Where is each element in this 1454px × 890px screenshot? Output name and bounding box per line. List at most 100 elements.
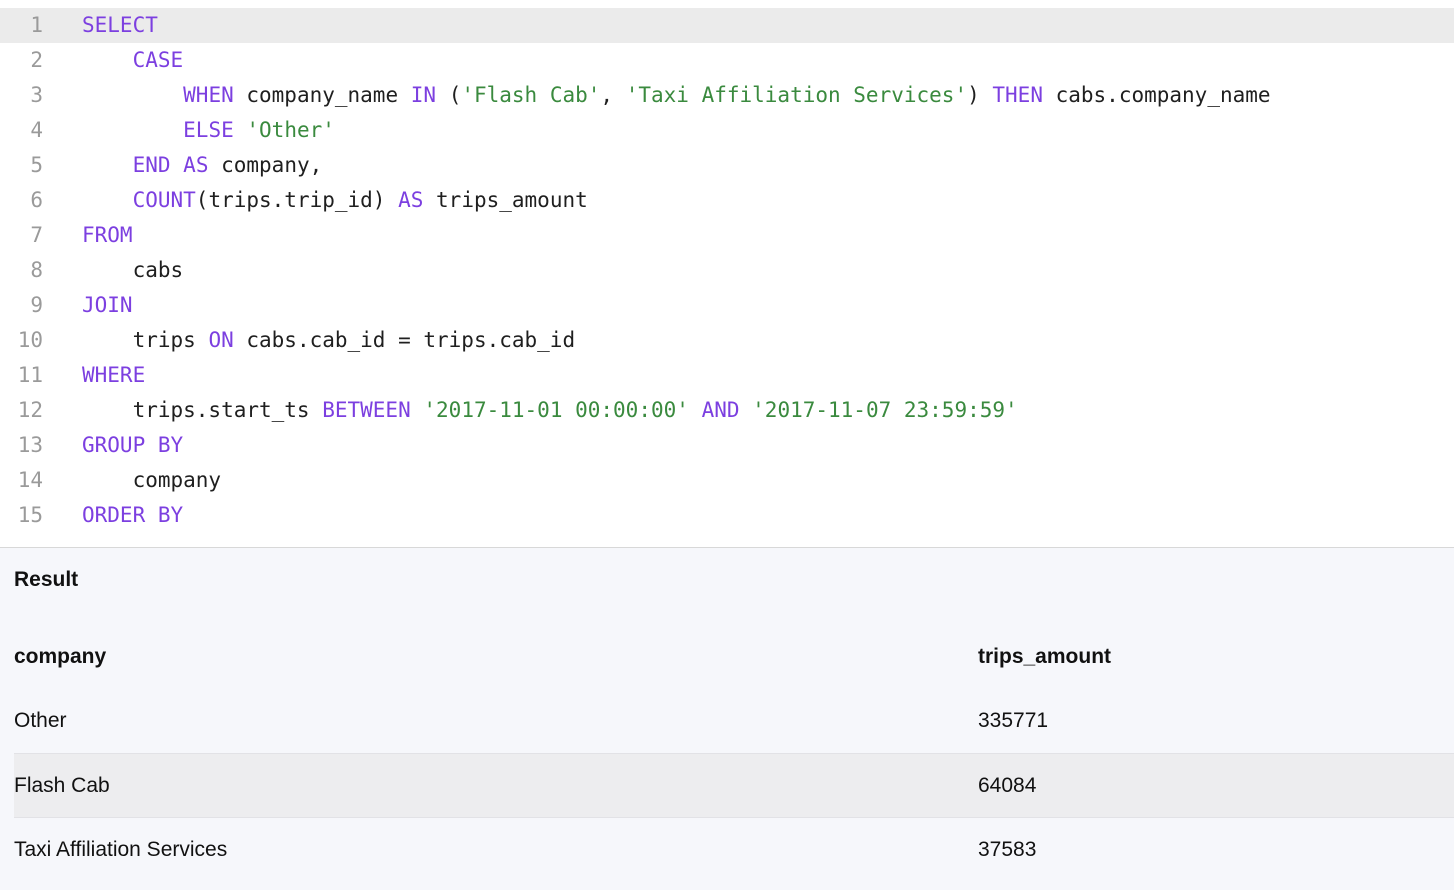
result-title: Result xyxy=(14,568,79,591)
line-number: 1 xyxy=(30,13,43,37)
line-number: 8 xyxy=(30,258,43,282)
sql-string: '2017-11-01 00:00:00' xyxy=(423,398,689,422)
sql-identifier xyxy=(740,398,753,422)
sql-identifier xyxy=(82,48,133,72)
sql-identifier xyxy=(82,118,183,142)
code-line[interactable]: 7 FROM xyxy=(0,218,1454,253)
sql-keyword: AND xyxy=(701,398,740,422)
sql-identifier: trips_amount xyxy=(423,188,588,212)
sql-identifier: , xyxy=(600,83,626,107)
sql-keyword: COUNT xyxy=(132,188,196,212)
sql-identifier: ) xyxy=(967,83,993,107)
code-line[interactable]: 10 trips ON cabs.cab_id = trips.cab_id xyxy=(0,323,1454,358)
code-text: cabs xyxy=(82,253,184,288)
sql-identifier: company, xyxy=(208,153,323,177)
sql-identifier xyxy=(411,398,424,422)
line-number: 15 xyxy=(17,503,43,527)
sql-identifier: ( xyxy=(436,83,462,107)
code-line[interactable]: 1 SELECT xyxy=(0,8,1454,43)
sql-identifier: trips.start_ts xyxy=(82,398,323,422)
code-line[interactable]: 14 company xyxy=(0,463,1454,498)
table-cell-trips-amount: 64084 xyxy=(978,773,1037,797)
code-text: END AS company, xyxy=(82,148,323,183)
line-number: 10 xyxy=(17,328,43,352)
line-number: 12 xyxy=(17,398,43,422)
result-table: company trips_amount Other 335771 Flash … xyxy=(14,627,1454,881)
code-text: WHERE xyxy=(82,358,145,393)
sql-editor[interactable]: 1 SELECT 2 CASE 3 WHEN company_name IN ('Fl… xyxy=(0,0,1454,547)
table-cell-company: Flash Cab xyxy=(14,773,110,797)
sql-string: 'Flash Cab' xyxy=(461,83,601,107)
line-number: 5 xyxy=(30,153,43,177)
sql-identifier: cabs.cab_id = trips.cab_id xyxy=(233,328,576,352)
sql-identifier xyxy=(82,188,133,212)
sql-keyword: AS xyxy=(398,188,424,212)
code-text: WHEN company_name IN ('Flash Cab', 'Taxi… xyxy=(82,78,1270,113)
code-line[interactable]: 5 END AS company, xyxy=(0,148,1454,183)
code-line[interactable]: 8 cabs xyxy=(0,253,1454,288)
sql-keyword: WHEN xyxy=(183,83,234,107)
sql-identifier: company_name xyxy=(233,83,411,107)
code-line[interactable]: 15 ORDER BY xyxy=(0,498,1454,533)
table-cell-company: Other xyxy=(14,709,67,732)
sql-identifier xyxy=(82,83,183,107)
line-number: 4 xyxy=(30,118,43,142)
result-panel: Result company trips_amount Other 335771… xyxy=(0,547,1454,890)
sql-keyword: ON xyxy=(208,328,234,352)
code-text: GROUP BY xyxy=(82,428,183,463)
column-header-company[interactable]: company xyxy=(14,627,106,689)
sql-identifier xyxy=(689,398,702,422)
sql-identifier xyxy=(234,118,247,142)
code-line[interactable]: 3 WHEN company_name IN ('Flash Cab', 'Ta… xyxy=(0,78,1454,113)
sql-keyword: BETWEEN xyxy=(322,398,411,422)
table-row: Flash Cab 64084 xyxy=(14,753,1454,817)
line-number: 3 xyxy=(30,83,43,107)
sql-identifier: (trips.trip_id) xyxy=(195,188,399,212)
code-text: ELSE 'Other' xyxy=(82,113,335,148)
table-cell-trips-amount: 335771 xyxy=(978,709,1049,732)
code-text: ORDER BY xyxy=(82,498,183,533)
sql-keyword: IN xyxy=(410,83,437,107)
sql-string: '2017-11-07 23:59:59' xyxy=(752,398,1018,422)
table-row: Taxi Affiliation Services 37583 xyxy=(14,817,1454,881)
result-header-row: company trips_amount xyxy=(14,627,1454,689)
column-header-trips-amount[interactable]: trips_amount xyxy=(978,627,1111,689)
code-line[interactable]: 12 trips.start_ts BETWEEN '2017-11-01 00… xyxy=(0,393,1454,428)
sql-keyword: END xyxy=(132,153,171,177)
code-text: COUNT(trips.trip_id) AS trips_amount xyxy=(82,183,588,218)
line-number: 14 xyxy=(17,468,43,492)
code-text: CASE xyxy=(82,43,184,78)
sql-keyword: AS xyxy=(183,153,209,177)
sql-keyword: CASE xyxy=(132,48,184,72)
sql-keyword: WHERE xyxy=(82,363,146,387)
code-text: trips.start_ts BETWEEN '2017-11-01 00:00… xyxy=(82,393,1018,428)
line-number: 13 xyxy=(17,433,43,457)
code-text: company xyxy=(82,463,222,498)
code-line[interactable]: 9 JOIN xyxy=(0,288,1454,323)
sql-keyword: ORDER BY xyxy=(82,503,184,527)
line-number: 9 xyxy=(30,293,43,317)
sql-identifier: company xyxy=(82,468,222,492)
sql-identifier xyxy=(171,153,184,177)
line-number: 2 xyxy=(30,48,43,72)
code-line[interactable]: 6 COUNT(trips.trip_id) AS trips_amount xyxy=(0,183,1454,218)
code-line[interactable]: 11 WHERE xyxy=(0,358,1454,393)
sql-identifier xyxy=(82,153,133,177)
sql-identifier: cabs xyxy=(82,258,184,282)
line-number: 7 xyxy=(30,223,43,247)
sql-keyword: ELSE xyxy=(183,118,234,142)
sql-identifier: trips xyxy=(82,328,209,352)
sql-keyword: SELECT xyxy=(82,13,158,37)
line-number: 6 xyxy=(30,188,43,212)
code-text: SELECT xyxy=(82,8,158,43)
code-line[interactable]: 4 ELSE 'Other' xyxy=(0,113,1454,148)
code-line[interactable]: 2 CASE xyxy=(0,43,1454,78)
table-cell-company: Taxi Affiliation Services xyxy=(14,837,228,861)
sql-keyword: JOIN xyxy=(82,293,133,317)
sql-string: 'Other' xyxy=(246,118,335,142)
sql-keyword: FROM xyxy=(82,223,133,247)
line-number: 11 xyxy=(17,363,43,387)
code-line[interactable]: 13 GROUP BY xyxy=(0,428,1454,463)
table-cell-trips-amount: 37583 xyxy=(978,837,1037,861)
table-row: Other 335771 xyxy=(14,689,1454,753)
